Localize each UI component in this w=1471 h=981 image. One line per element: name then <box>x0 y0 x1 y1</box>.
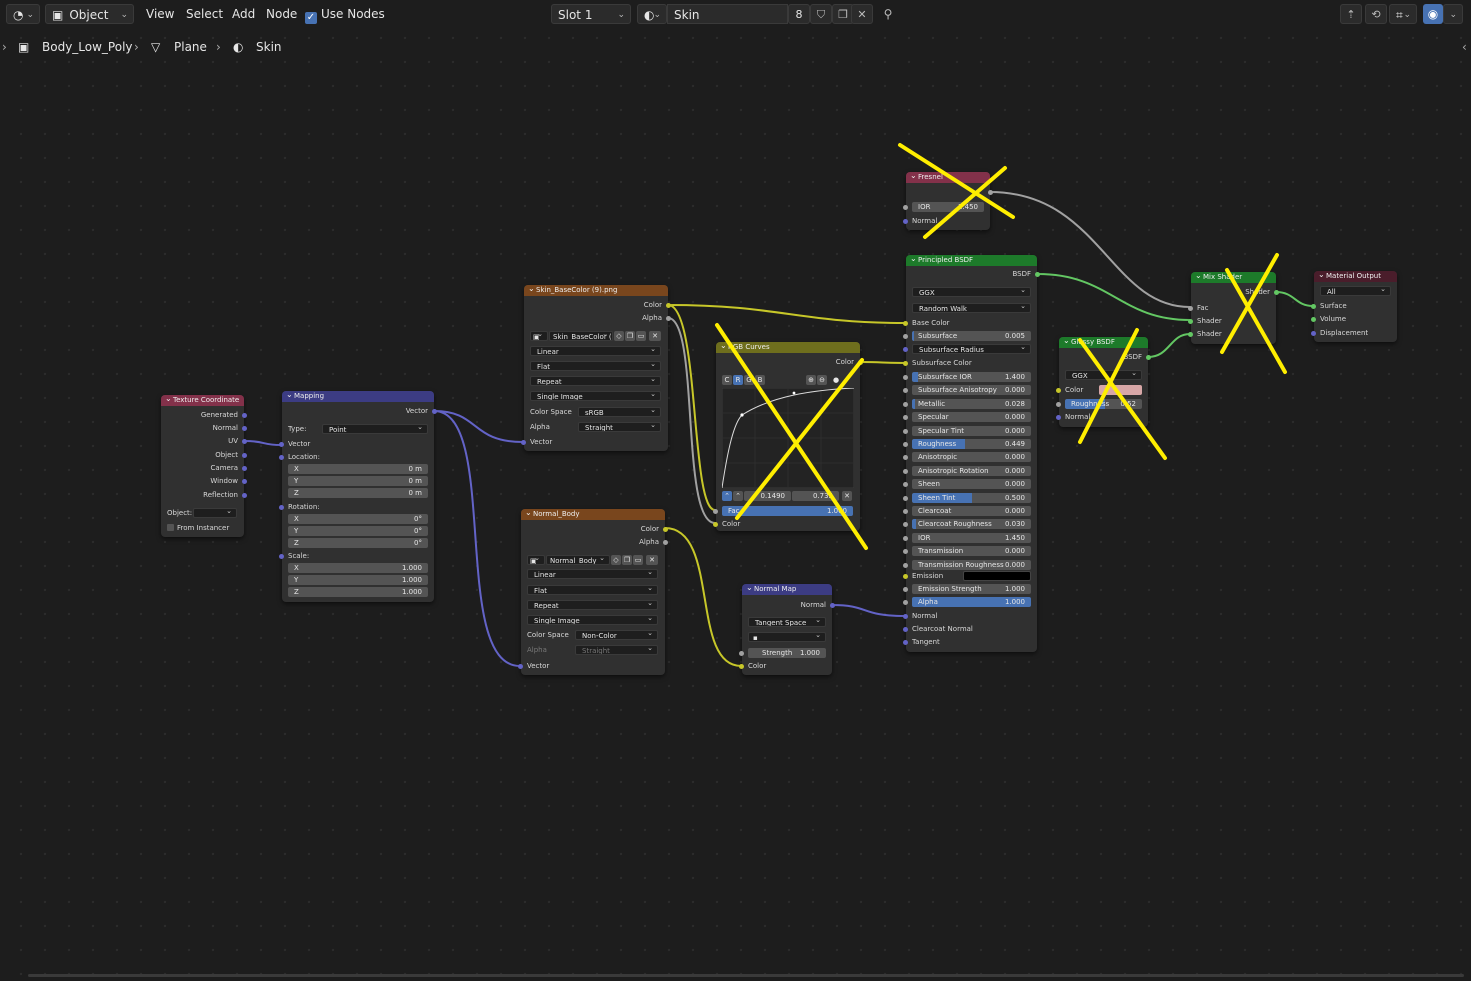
object-icon: ▣ <box>52 8 64 22</box>
cross-mix-b <box>1220 253 1279 354</box>
material-browse-button[interactable]: ◐ ⌄ <box>637 4 667 24</box>
node-editor-icon: ◔ <box>13 8 24 22</box>
overlay-dropdown[interactable]: ⌄ <box>1443 4 1463 24</box>
sidebar-toggle-icon[interactable]: ‹ <box>1462 36 1467 58</box>
horizontal-scrollbar[interactable] <box>28 974 1464 977</box>
editor-type-button[interactable]: ◔ ⌄ <box>6 4 40 24</box>
grid-snap-icon: ⌗ <box>1396 8 1403 22</box>
slot-dropdown[interactable]: Slot 1 ⌄ <box>551 4 631 24</box>
object-mode-dropdown[interactable]: ▣ Object ⌄ <box>45 4 134 24</box>
breadcrumb-mesh[interactable]: Plane <box>174 36 207 58</box>
checkbox-icon: ✓ <box>305 12 317 24</box>
breadcrumb-material[interactable]: Skin <box>256 36 282 58</box>
snap-mode-dropdown[interactable]: ⌗ ⌄ <box>1389 4 1417 24</box>
breadcrumb-object[interactable]: Body_Low_Poly <box>42 36 133 58</box>
overlay-icon[interactable]: ◉ <box>1423 4 1443 24</box>
menu-add[interactable]: Add <box>228 4 259 24</box>
menu-node[interactable]: Node <box>262 4 301 24</box>
pin-icon[interactable]: ⚲ <box>878 4 898 24</box>
cross-fresnel-a <box>898 143 1015 219</box>
mesh-object-icon: ▣ <box>18 40 30 54</box>
chevron-right-icon: › <box>134 40 139 54</box>
use-nodes-toggle[interactable]: ✓ Use Nodes <box>305 4 385 24</box>
chevron-right-icon: › <box>216 40 221 54</box>
header-bar: ◔ ⌄ ▣ Object ⌄ View Select Add Node ✓ Use No… <box>0 0 1471 28</box>
material-sphere-icon: ◐ <box>233 40 244 54</box>
users-count-button[interactable]: 8 <box>788 4 810 24</box>
parent-node-icon[interactable]: ⇡ <box>1340 4 1362 24</box>
fake-user-shield-icon[interactable]: ⛉ <box>810 4 832 24</box>
annotation-crosses <box>715 143 1287 550</box>
cross-glossy-b <box>1078 328 1139 444</box>
menu-select[interactable]: Select <box>182 4 227 24</box>
chevron-right-icon: › <box>2 40 7 54</box>
use-nodes-label: Use Nodes <box>321 7 385 21</box>
snap-icon[interactable]: ⟲ <box>1365 4 1387 24</box>
material-name-field[interactable]: Skin <box>667 4 788 24</box>
cross-mix-a <box>1225 268 1287 374</box>
close-icon[interactable]: ✕ <box>851 4 873 24</box>
mesh-data-icon: ▽ <box>151 40 161 54</box>
menu-view[interactable]: View <box>142 4 178 24</box>
